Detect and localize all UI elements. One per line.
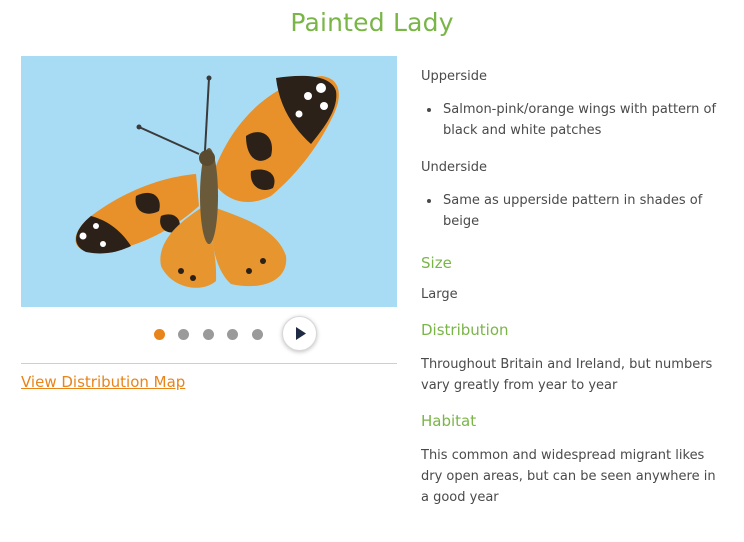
play-icon (296, 327, 306, 340)
play-button[interactable] (282, 316, 317, 351)
carousel-dot-5[interactable] (252, 329, 263, 340)
underside-bullet: Same as upperside pattern in shades of b… (443, 193, 703, 229)
bullet-icon (427, 108, 431, 112)
divider (21, 363, 397, 364)
butterfly-illustration (75, 75, 339, 288)
habitat-heading: Habitat (421, 412, 477, 430)
bullet-icon (427, 199, 431, 203)
distribution-text: Throughout Britain and Ireland, but numb… (421, 357, 713, 393)
size-heading: Size (421, 254, 452, 272)
habitat-text: This common and widespread migrant likes… (421, 448, 716, 505)
upperside-bullet: Salmon-pink/orange wings with pattern of… (443, 102, 717, 138)
distribution-heading: Distribution (421, 321, 509, 339)
size-value: Large (421, 287, 458, 302)
carousel-dot-4[interactable] (227, 329, 238, 340)
carousel-dot-2[interactable] (178, 329, 189, 340)
underside-label: Underside (421, 160, 487, 175)
page-title: Painted Lady (290, 8, 454, 37)
upperside-label: Upperside (421, 69, 487, 84)
view-distribution-map-link[interactable]: View Distribution Map (21, 373, 185, 391)
carousel-controls (150, 316, 320, 352)
butterfly-photo (21, 56, 397, 307)
carousel-dot-1[interactable] (154, 329, 165, 340)
carousel-dot-3[interactable] (203, 329, 214, 340)
